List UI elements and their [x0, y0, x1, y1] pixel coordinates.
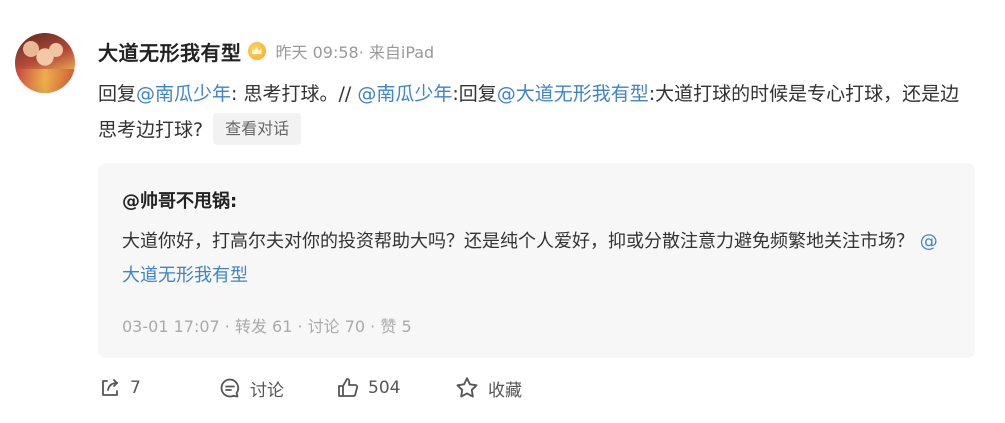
quoted-text-body: 大道你好，打高尔夫对你的投资帮助大吗？还是纯个人爱好，抑或分散注意力避免频繁地关… — [122, 231, 914, 252]
quoted-author-name[interactable]: @帅哥不甩锅 — [122, 191, 230, 212]
forward-button[interactable]: 7 — [98, 376, 218, 400]
post-source: · 来自iPad — [358, 43, 435, 62]
forward-icon — [102, 379, 118, 396]
post-time[interactable]: 昨天 09:58 — [276, 43, 359, 62]
post-content: 回复@南瓜少年: 思考打球。// @南瓜少年:回复@大道无形我有型:大道打球的时… — [98, 76, 978, 148]
view-conversation-button[interactable]: 查看对话 — [213, 112, 302, 145]
thumbs-up-icon — [338, 378, 359, 397]
avatar[interactable] — [15, 33, 75, 93]
quoted-author-suffix: : — [230, 191, 238, 212]
quoted-post[interactable]: @帅哥不甩锅: 大道你好，打高尔夫对你的投资帮助大吗？还是纯个人爱好，抑或分散注… — [98, 163, 975, 358]
reply-prefix: 回复 — [98, 83, 137, 105]
comment-button[interactable]: 讨论 — [218, 376, 336, 401]
mention-link[interactable]: @南瓜少年 — [136, 83, 231, 105]
avatar-detail — [49, 43, 63, 57]
quoted-author: @帅哥不甩锅: — [122, 187, 237, 213]
quoted-text: 大道你好，打高尔夫对你的投资帮助大吗？还是纯个人爱好，抑或分散注意力避免频繁地关… — [122, 225, 952, 293]
like-count: 504 — [368, 378, 401, 398]
forward-count: 7 — [130, 378, 141, 398]
favorite-button[interactable]: 收藏 — [454, 375, 522, 401]
content-text: : 思考打球。// — [231, 83, 358, 105]
comment-label: 讨论 — [250, 380, 284, 401]
avatar-detail — [23, 41, 39, 57]
star-icon — [456, 377, 478, 398]
author-name[interactable]: 大道无形我有型 — [98, 37, 242, 66]
mention-link[interactable]: @大道无形我有型 — [497, 83, 649, 105]
mention-link[interactable]: @南瓜少年 — [357, 83, 452, 105]
comment-icon — [220, 378, 240, 398]
vip-crown-icon — [247, 42, 266, 60]
favorite-label: 收藏 — [488, 380, 522, 401]
avatar-detail — [15, 69, 75, 93]
post-header: 大道无形我有型 昨天 09:58· 来自iPad — [98, 37, 434, 65]
post-meta: 昨天 09:58· 来自iPad — [276, 39, 435, 63]
content-text: :回复 — [452, 83, 497, 105]
like-button[interactable]: 504 — [336, 376, 454, 400]
action-bar: 7 讨论 504 收藏 — [98, 372, 570, 404]
quoted-meta[interactable]: 03-01 17:07 · 转发 61 · 讨论 70 · 赞 5 — [122, 313, 412, 337]
